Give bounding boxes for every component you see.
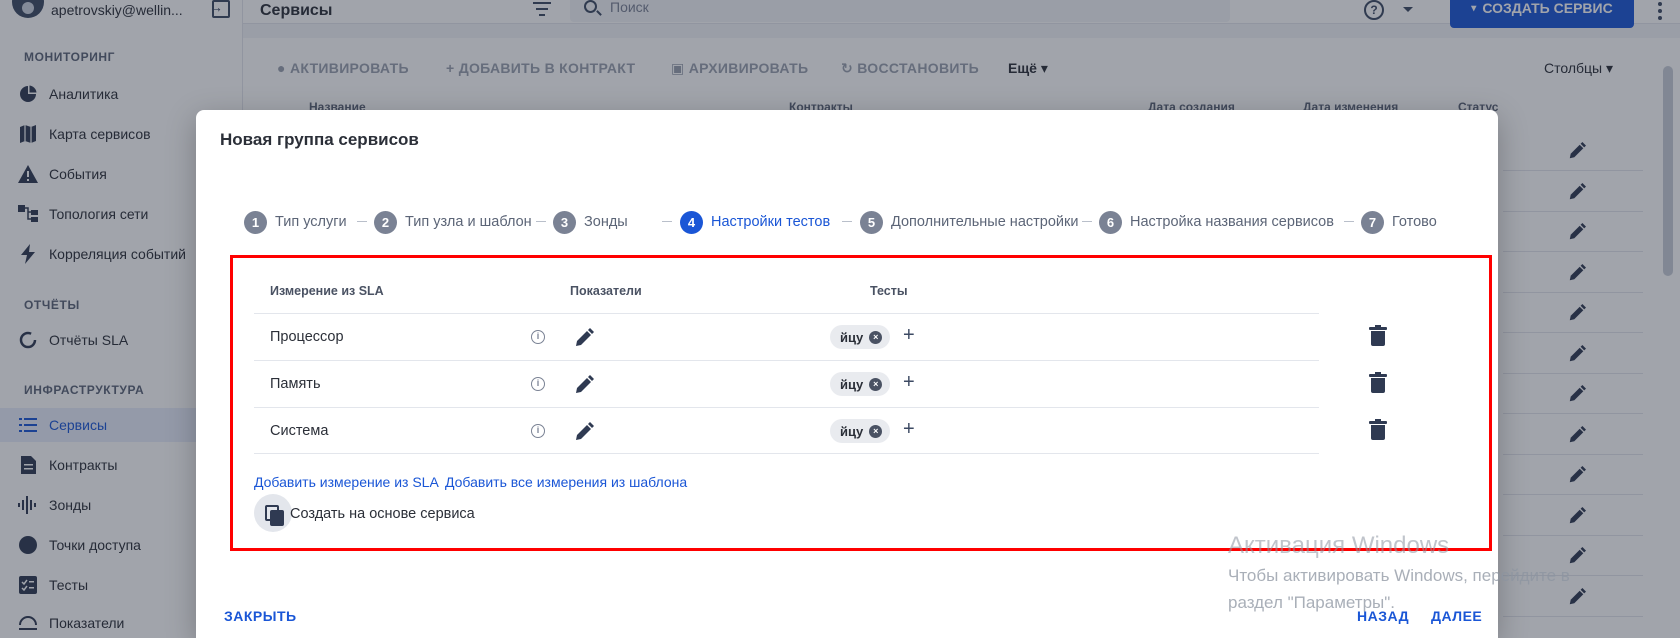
test-chip[interactable]: йцу × xyxy=(830,419,891,443)
table-row: Процессор i йцу × + xyxy=(254,313,1387,360)
add-test-icon[interactable]: + xyxy=(903,371,915,394)
step-separator xyxy=(662,221,672,222)
copy-icon xyxy=(265,505,284,526)
edit-icon[interactable] xyxy=(574,422,594,442)
create-from-service-label[interactable]: Создать на основе сервиса xyxy=(290,506,475,522)
info-icon[interactable]: i xyxy=(531,377,545,391)
table-row: Память i йцу × + xyxy=(254,360,1387,407)
step-2[interactable]: 2 Тип узла и шаблон xyxy=(374,210,532,234)
add-all-dimensions-link[interactable]: Добавить все измерения из шаблона xyxy=(445,474,687,490)
step-separator xyxy=(842,221,852,222)
step-separator xyxy=(1344,221,1354,222)
trash-icon[interactable] xyxy=(1369,325,1387,346)
dimension-name: Система xyxy=(270,423,329,439)
close-icon[interactable]: × xyxy=(869,424,883,438)
activation-watermark-line2: раздел "Параметры". xyxy=(1228,593,1396,612)
highlight-frame: Измерение из SLA Показатели Тесты Процес… xyxy=(230,255,1492,551)
step-7[interactable]: 7 Готово xyxy=(1361,210,1437,234)
step-3[interactable]: 3 Зонды xyxy=(553,210,628,234)
info-icon[interactable]: i xyxy=(531,424,545,438)
test-chip[interactable]: йцу × xyxy=(830,372,891,396)
dimension-name: Память xyxy=(270,376,321,392)
trash-icon[interactable] xyxy=(1369,419,1387,440)
table-row: Система i йцу × + xyxy=(254,407,1387,454)
column-header-tests: Тесты xyxy=(870,284,908,298)
close-icon[interactable]: × xyxy=(869,377,883,391)
edit-icon[interactable] xyxy=(574,375,594,395)
step-separator xyxy=(536,221,546,222)
add-test-icon[interactable]: + xyxy=(903,324,915,347)
step-4[interactable]: 4 Настройки тестов xyxy=(680,210,830,234)
activation-watermark-title: Активация Windows xyxy=(1228,532,1450,559)
step-5[interactable]: 5 Дополнительные настройки xyxy=(860,210,1078,234)
trash-icon[interactable] xyxy=(1369,372,1387,393)
column-header-metrics: Показатели xyxy=(570,284,642,298)
modal-title: Новая группа сервисов xyxy=(220,130,419,149)
column-header-sla-dimension: Измерение из SLA xyxy=(270,284,384,298)
step-separator xyxy=(357,221,367,222)
copy-button[interactable] xyxy=(254,494,292,532)
close-icon[interactable]: × xyxy=(869,330,883,344)
dimension-name: Процессор xyxy=(270,329,344,345)
step-separator xyxy=(1082,221,1092,222)
info-icon[interactable]: i xyxy=(531,330,545,344)
step-1[interactable]: 1 Тип услуги xyxy=(244,210,347,234)
step-6[interactable]: 6 Настройка названия сервисов xyxy=(1099,210,1334,234)
stepper: 1 Тип услуги 2 Тип узла и шаблон 3 Зонды 4Н… xyxy=(244,210,1484,234)
close-button[interactable]: ЗАКРЫТЬ xyxy=(224,608,297,624)
add-test-icon[interactable]: + xyxy=(903,418,915,441)
test-chip[interactable]: йцу × xyxy=(830,325,891,349)
activation-watermark-line1: Чтобы активировать Windows, перейдите в xyxy=(1228,566,1570,585)
next-button[interactable]: ДАЛЕЕ xyxy=(1431,608,1482,624)
add-sla-dimension-link[interactable]: Добавить измерение из SLA xyxy=(254,474,439,490)
edit-icon[interactable] xyxy=(574,328,594,348)
